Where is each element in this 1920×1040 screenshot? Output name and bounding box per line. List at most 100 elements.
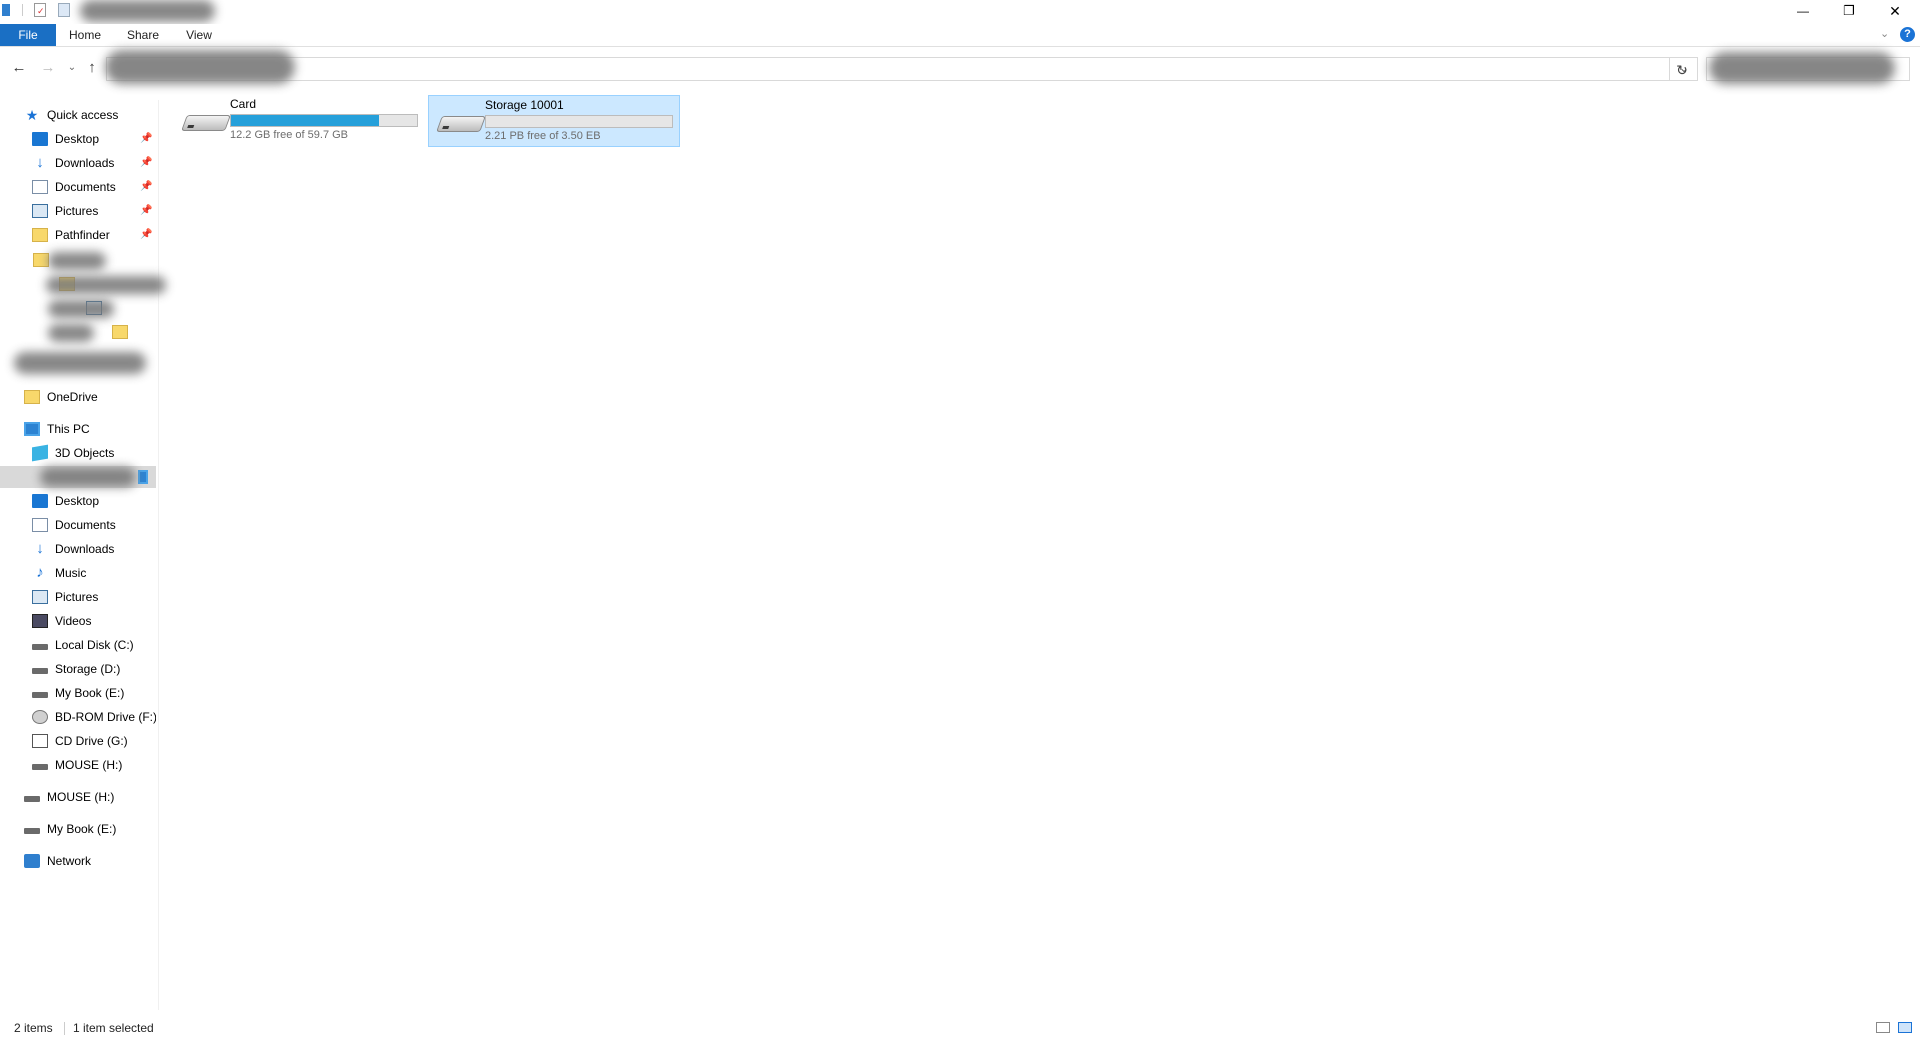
nav-item-mouse-h[interactable]: MOUSE (H:) [32,754,122,776]
pin-icon[interactable]: 📌 [140,181,152,192]
computer-icon [138,470,149,484]
nav-item-network[interactable]: Network [24,850,91,872]
drive-usage-fill [231,115,380,126]
bd-rom-icon [32,710,48,724]
drive-icon [32,668,48,674]
nav-item-pictures[interactable]: Pictures [32,200,98,222]
refresh-icon[interactable]: ↻ [1672,62,1692,79]
folder-icon [24,390,40,404]
nav-item-onedrive[interactable]: OneDrive [24,386,98,408]
folder-icon [112,325,129,339]
redacted-item [40,467,136,487]
redacted-item [48,324,94,342]
navigation-bar: ← → ⌄ ↑ ⌄ ↻ [0,50,1920,84]
nav-item-3d-objects[interactable]: 3D Objects [32,442,114,464]
nav-item-downloads[interactable]: ↓ Downloads [32,152,114,174]
drive-icon [24,828,40,834]
nav-item-this-pc[interactable]: This PC [24,418,90,440]
redacted-title [80,0,215,22]
title-bar: ✓ — ❐ ✕ [0,0,1920,24]
drive-icon [32,692,48,698]
nav-item-videos[interactable]: Videos [32,610,91,632]
up-icon[interactable]: ↑ [82,58,102,78]
drive-icon [181,115,231,131]
ribbon-expand-icon[interactable]: ⌄ [1880,27,1889,40]
search-input[interactable] [1706,52,1910,84]
network-icon [24,854,40,868]
properties-icon[interactable]: ✓ [34,3,46,17]
quick-access[interactable]: ★ Quick access [24,104,119,126]
pictures-icon [32,590,48,604]
nav-item-cd-drive[interactable]: CD Drive (G:) [32,730,128,752]
nav-item-documents-pc[interactable]: Documents [32,514,116,536]
pictures-icon [32,204,48,218]
3d-objects-icon [32,444,48,462]
tab-share[interactable]: Share [120,24,166,46]
nav-item-bd-rom[interactable]: BD-ROM Drive (F:) A [32,706,156,728]
pin-icon[interactable]: 📌 [140,157,152,168]
close-button[interactable]: ✕ [1872,0,1918,22]
help-icon[interactable]: ? [1900,27,1915,42]
local-disk-icon [32,644,48,650]
explorer-app-icon[interactable] [2,4,10,16]
pin-icon[interactable]: 📌 [140,229,152,240]
cd-drive-icon [32,734,48,748]
selection-count: 1 item selected [73,1021,154,1035]
drive-free-space: 12.2 GB free of 59.7 GB [230,129,349,141]
nav-item-documents[interactable]: Documents [32,176,116,198]
nav-item-music[interactable]: ♪ Music [32,562,86,584]
drive-tile-storage[interactable]: Storage 10001 2.21 PB free of 3.50 EB [428,95,680,147]
drive-icon [24,796,40,802]
drive-name: Storage 10001 [485,98,564,112]
drive-free-space: 2.21 PB free of 3.50 EB [485,130,601,142]
drive-tile-card[interactable]: Card 12.2 GB free of 59.7 GB [174,95,426,147]
folder-icon [32,228,48,242]
music-icon: ♪ [36,564,44,581]
nav-item-pictures-pc[interactable]: Pictures [32,586,98,608]
nav-item-mybook-root[interactable]: My Book (E:) [24,818,116,840]
nav-item-downloads-pc[interactable]: ↓ Downloads [32,538,114,560]
ribbon-tabs: File Home Share View ⌄ ? [0,24,1920,47]
nav-item-desktop[interactable]: Desktop [32,128,99,150]
videos-icon [32,614,48,628]
new-folder-icon[interactable] [58,3,70,17]
drive-name: Card [230,97,257,111]
back-icon[interactable]: ← [9,58,29,78]
nav-item-my-book-e[interactable]: My Book (E:) [32,682,124,704]
desktop-icon [32,494,48,508]
large-icons-view-icon[interactable] [1898,1022,1912,1033]
documents-icon [32,518,48,532]
status-bar: 2 items 1 item selected [0,1018,1920,1040]
separator [22,4,23,16]
details-view-icon[interactable] [1876,1022,1890,1033]
quick-access-label: Quick access [47,108,119,122]
pin-icon[interactable]: 📌 [140,133,152,144]
computer-icon [24,422,40,436]
drive-icon [436,116,486,132]
forward-icon[interactable]: → [38,58,58,78]
star-icon: ★ [25,107,39,123]
restore-button[interactable]: ❐ [1826,0,1872,22]
tab-file[interactable]: File [0,24,56,46]
drive-icon [32,764,48,770]
redacted-path [105,50,295,84]
item-count: 2 items [14,1021,53,1035]
tab-home[interactable]: Home [62,24,108,46]
redacted-item [48,252,106,270]
drive-usage-bar [230,114,418,127]
status-divider [64,1022,65,1035]
navigation-pane: ★ Quick access Desktop 📌 ↓ Downloads 📌 D… [0,100,166,1010]
download-icon: ↓ [36,154,44,171]
tab-view[interactable]: View [176,24,222,46]
recent-locations-icon[interactable]: ⌄ [62,58,82,78]
redacted-item [46,276,166,294]
nav-item-pathfinder[interactable]: Pathfinder [32,224,110,246]
nav-item-desktop-pc[interactable]: Desktop [32,490,99,512]
nav-item-local-disk[interactable]: Local Disk (C:) [32,634,134,656]
nav-item-storage-d[interactable]: Storage (D:) [32,658,120,680]
address-bar[interactable]: ⌄ [105,50,1698,84]
minimize-button[interactable]: — [1780,0,1826,22]
nav-item-mouse-root[interactable]: MOUSE (H:) [24,786,114,808]
redacted-search [1709,52,1895,84]
pin-icon[interactable]: 📌 [140,205,152,216]
